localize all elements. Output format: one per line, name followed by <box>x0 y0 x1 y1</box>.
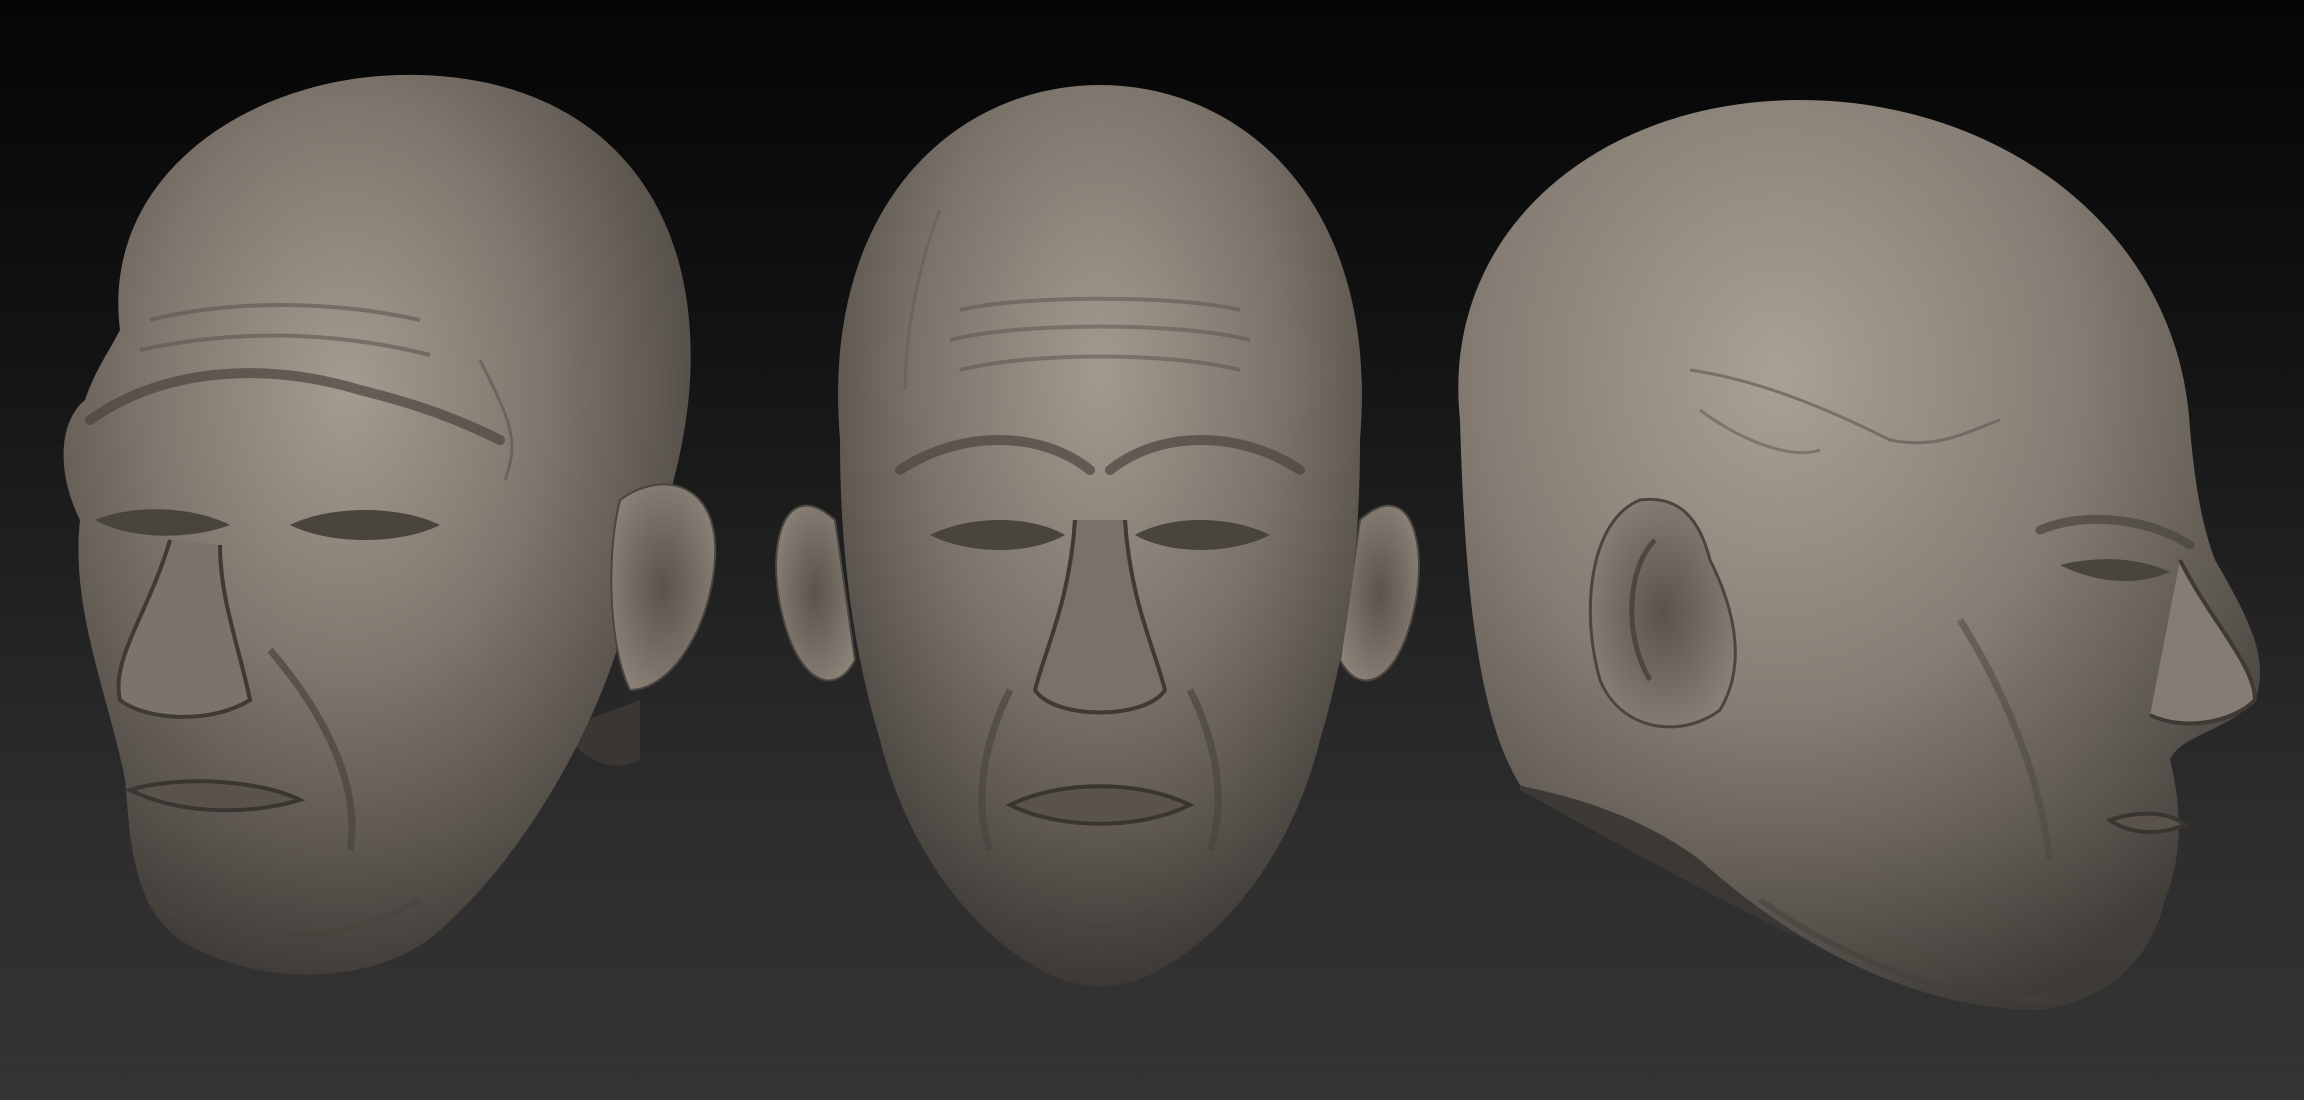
ear <box>610 483 717 692</box>
sculpt-viewport <box>0 0 2304 1100</box>
sculpt-render <box>0 74 2304 1100</box>
floor-shading <box>0 820 2304 1100</box>
